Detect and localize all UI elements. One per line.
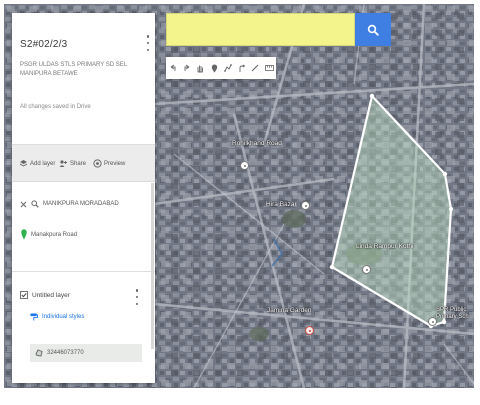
panel-actions-bar: Add layer Share Preview xyxy=(12,144,155,182)
measure-button[interactable] xyxy=(249,57,263,79)
panel-divider xyxy=(12,271,155,272)
draw-line-icon xyxy=(223,64,232,72)
draw-line-button[interactable] xyxy=(221,57,235,79)
map-search-input[interactable] xyxy=(166,13,355,46)
ruler-button[interactable] xyxy=(262,57,276,79)
map-app: Rohilkhand Road Hira Bazar Linda Rampur … xyxy=(0,0,480,405)
search-layer-header[interactable]: MANIKPURA MORADABAD xyxy=(20,200,119,208)
place-label[interactable]: Hira Bazar xyxy=(266,201,297,208)
search-result-label: Manakpura Road xyxy=(31,231,78,238)
saved-status: All changes saved in Drive xyxy=(20,104,91,110)
measure-icon xyxy=(252,64,259,72)
layer-feature-label: 32446073770 xyxy=(47,350,84,356)
map-marker-icon xyxy=(21,229,27,240)
place-label[interactable]: SPR Public Primary Sch xyxy=(436,307,472,321)
place-label[interactable]: Linda Rampur Kothi xyxy=(356,243,413,250)
undo-icon xyxy=(170,64,176,71)
layer-options-more-icon[interactable] xyxy=(134,289,140,305)
pan-hand-button[interactable] xyxy=(194,57,208,79)
share-icon xyxy=(59,160,67,167)
directions-icon xyxy=(239,63,245,72)
layer-feature-item[interactable]: 32446073770 xyxy=(30,344,142,362)
search-layer-query: MANIKPURA MORADABAD xyxy=(43,201,119,207)
place-pin-icon[interactable] xyxy=(301,201,310,210)
redo-icon xyxy=(184,64,189,71)
share-label: Share xyxy=(70,160,87,167)
map-options-more-icon[interactable] xyxy=(145,35,151,51)
preview-icon xyxy=(93,159,102,168)
place-pin-icon[interactable] xyxy=(428,317,437,326)
layer-checkbox-icon[interactable] xyxy=(20,291,28,299)
map-title[interactable]: S2#02/2/3 xyxy=(20,39,67,50)
add-marker-icon xyxy=(211,64,217,72)
close-icon[interactable] xyxy=(20,201,27,208)
polygon-shape-icon xyxy=(35,349,43,357)
directions-button[interactable] xyxy=(235,57,249,79)
preview-button[interactable]: Preview xyxy=(93,159,125,168)
drawing-toolbar xyxy=(166,57,276,79)
ruler-icon xyxy=(264,65,274,71)
place-label[interactable]: Jamina Garden xyxy=(267,307,311,314)
search-icon xyxy=(31,200,39,208)
map-side-panel: S2#02/2/3 PSGR ULDAS STLS PRIMARY SD SEL… xyxy=(12,13,155,383)
search-result-item[interactable]: Manakpura Road xyxy=(21,229,77,240)
preview-label: Preview xyxy=(104,160,126,167)
place-label[interactable]: Rohilkhand Road xyxy=(232,140,282,147)
place-pin-icon[interactable] xyxy=(305,326,314,335)
pan-hand-icon xyxy=(197,65,204,72)
add-layer-label: Add layer xyxy=(30,160,56,167)
place-pin-icon[interactable] xyxy=(362,265,371,274)
place-pin-icon[interactable] xyxy=(240,161,249,170)
individual-styles-label: Individual styles xyxy=(42,314,85,320)
undo-button[interactable] xyxy=(166,57,180,79)
search-button[interactable] xyxy=(355,13,391,46)
layer-title: Untitled layer xyxy=(32,291,70,299)
map-description[interactable]: PSGR ULDAS STLS PRIMARY SD SEL MANIPURA … xyxy=(20,61,138,78)
redo-button[interactable] xyxy=(180,57,194,79)
panel-scrollbar[interactable] xyxy=(151,183,154,349)
share-button[interactable]: Share xyxy=(59,159,86,168)
search-icon xyxy=(367,24,379,36)
layers-icon xyxy=(19,160,28,167)
add-layer-button[interactable]: Add layer xyxy=(19,159,55,168)
add-marker-button[interactable] xyxy=(207,57,221,79)
paint-roller-icon xyxy=(30,313,38,321)
layer-header[interactable]: Untitled layer xyxy=(20,291,70,299)
individual-styles-link[interactable]: Individual styles xyxy=(30,313,84,321)
